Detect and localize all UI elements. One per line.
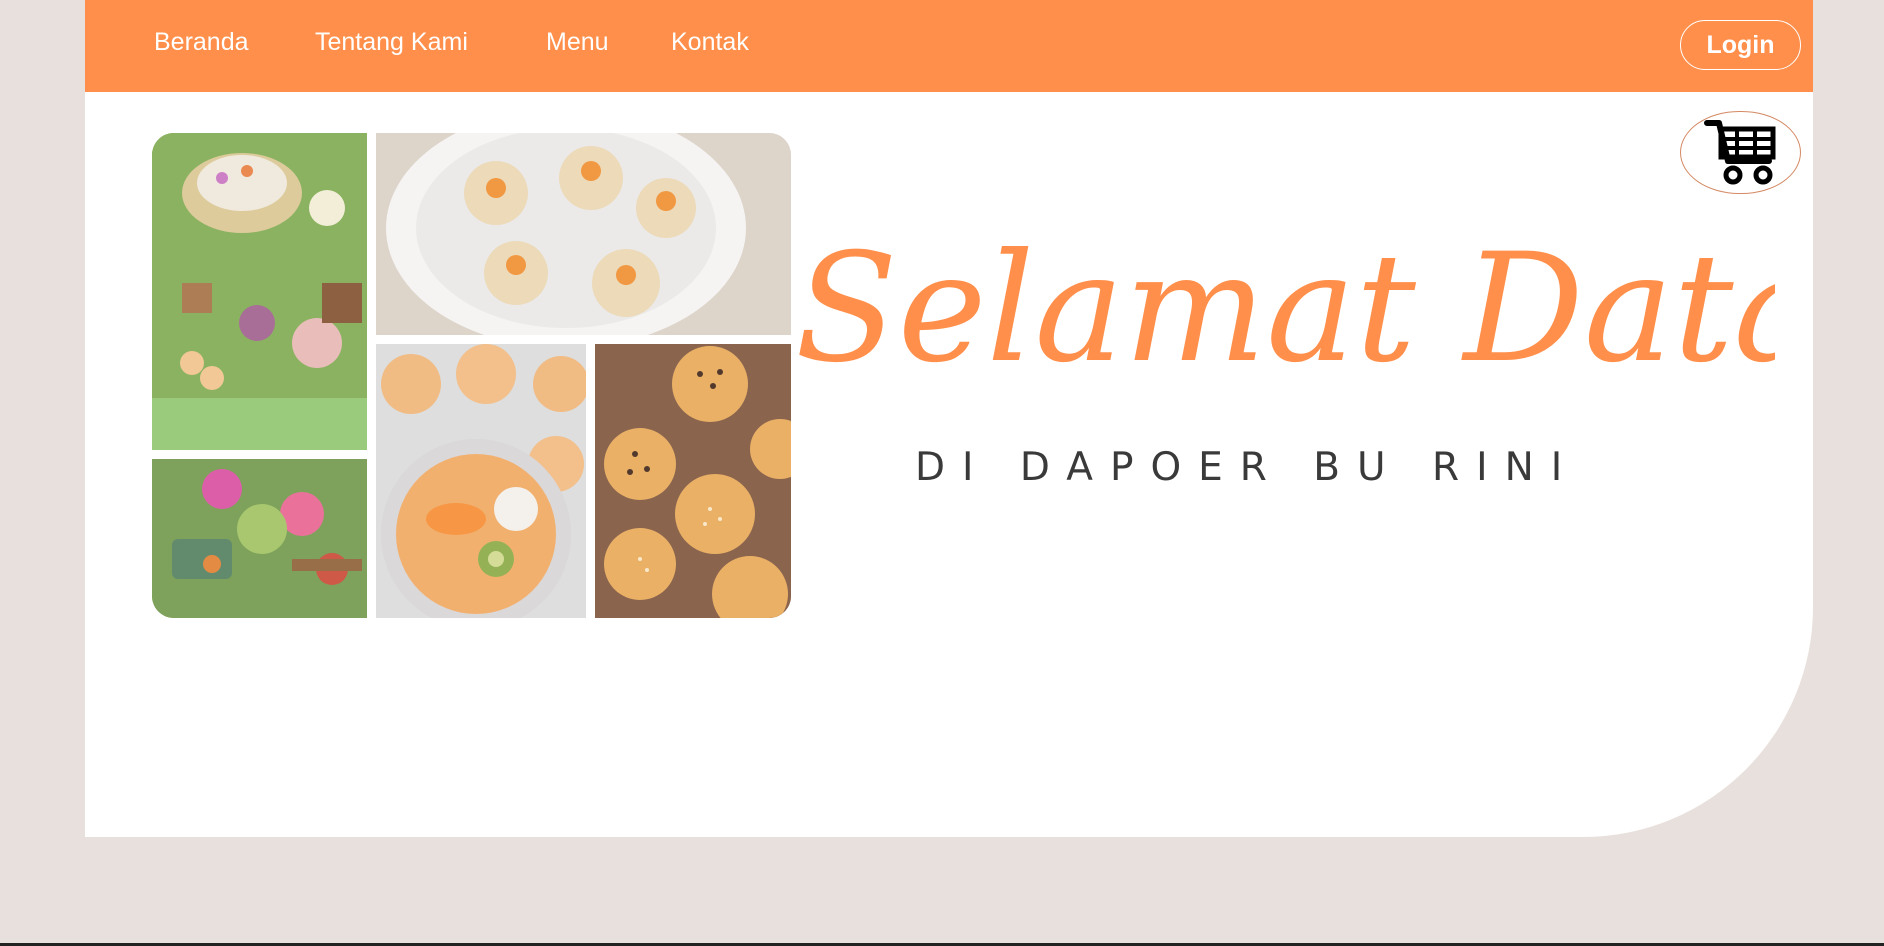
welcome-script-title: Selamat Datang bbox=[795, 222, 1775, 396]
nav-link-tentang-kami[interactable]: Tentang Kami bbox=[315, 28, 468, 57]
nav-link-kontak[interactable]: Kontak bbox=[671, 28, 749, 57]
svg-text:Selamat Datang: Selamat Datang bbox=[795, 222, 1775, 396]
nav-link-beranda[interactable]: Beranda bbox=[154, 28, 249, 57]
collage-image-siomay bbox=[376, 133, 791, 335]
top-navbar: Beranda Tentang Kami Menu Kontak Login bbox=[85, 0, 1813, 92]
cart-button[interactable] bbox=[1680, 111, 1801, 194]
collage-image-tumpeng bbox=[152, 133, 367, 450]
food-collage bbox=[152, 133, 791, 618]
login-button[interactable]: Login bbox=[1680, 20, 1801, 70]
shopping-cart-icon bbox=[1703, 119, 1775, 184]
welcome-subtitle: DI DAPOER BU RINI bbox=[915, 445, 1580, 490]
nav-link-menu[interactable]: Menu bbox=[546, 28, 609, 57]
page-container: Beranda Tentang Kami Menu Kontak Login S… bbox=[85, 0, 1813, 837]
